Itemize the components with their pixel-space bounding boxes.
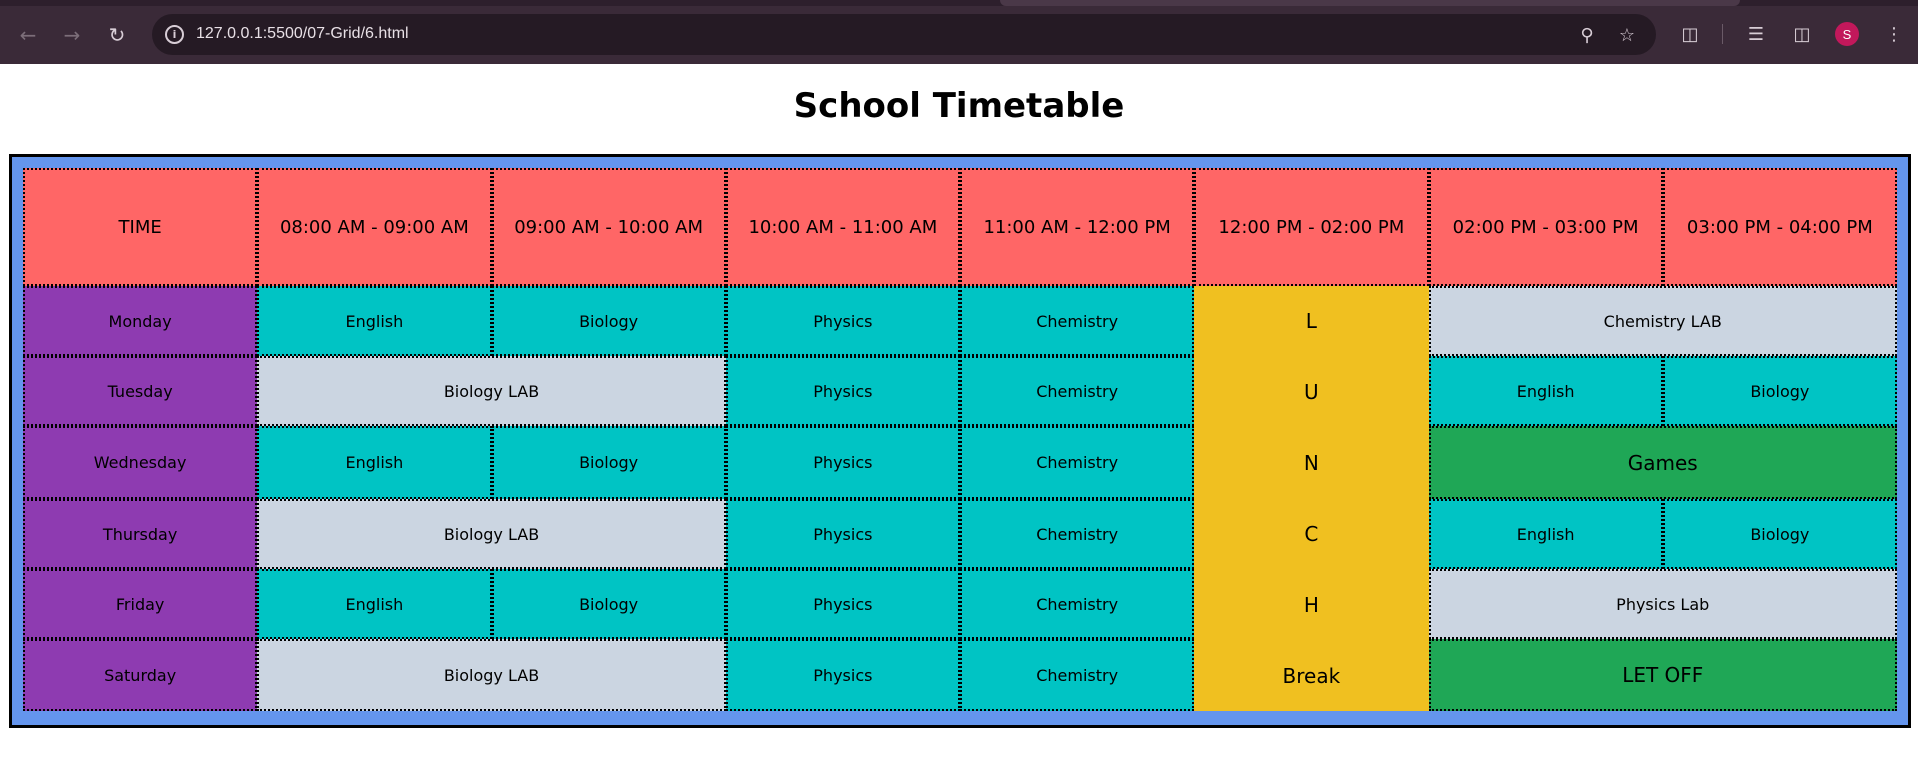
saturday-let-off: LET OFF bbox=[1428, 639, 1897, 711]
wednesday-slot-2: Biology bbox=[491, 426, 726, 499]
page-title: School Timetable bbox=[793, 86, 1125, 126]
tuesday-slot-4: Chemistry bbox=[960, 356, 1195, 426]
thursday-slot-3: Physics bbox=[725, 499, 960, 569]
wednesday-slot-4: Chemistry bbox=[960, 426, 1195, 499]
friday-slot-1: English bbox=[257, 569, 492, 639]
header-slot-3: 10:00 AM - 11:00 AM bbox=[725, 168, 960, 286]
lunch-letter-u: U bbox=[1304, 380, 1319, 405]
monday-slot-2: Biology bbox=[491, 286, 726, 356]
saturday-slot-4: Chemistry bbox=[960, 639, 1195, 711]
url-text[interactable]: 127.0.0.1:5500/07-Grid/6.html bbox=[196, 25, 409, 43]
thursday-slot-6: English bbox=[1428, 499, 1663, 569]
lunch-letter-l: L bbox=[1305, 309, 1317, 334]
forward-icon[interactable]: → bbox=[57, 20, 87, 50]
lunch-letter-h: H bbox=[1303, 592, 1319, 617]
menu-kebab-icon[interactable]: ⋮ bbox=[1880, 20, 1908, 48]
lunch-letter-n: N bbox=[1303, 451, 1319, 476]
lunch-break-label: Break bbox=[1282, 663, 1341, 688]
lunch-column: L U N C H Break bbox=[1194, 286, 1429, 711]
day-saturday: Saturday bbox=[23, 639, 258, 711]
day-friday: Friday bbox=[23, 569, 258, 639]
zoom-icon[interactable]: ⚲ bbox=[1575, 23, 1599, 47]
thursday-slot-7: Biology bbox=[1662, 499, 1897, 569]
browser-toolbar: ← → ↻ i 127.0.0.1:5500/07-Grid/6.html ⚲ … bbox=[0, 0, 1918, 64]
header-time: TIME bbox=[23, 168, 258, 286]
monday-slot-3: Physics bbox=[725, 286, 960, 356]
saturday-morning-lab: Biology LAB bbox=[257, 639, 726, 711]
thursday-slot-4: Chemistry bbox=[960, 499, 1195, 569]
media-control-icon[interactable]: ☰ bbox=[1742, 20, 1770, 48]
header-slot-4: 11:00 AM - 12:00 PM bbox=[960, 168, 1195, 286]
profile-avatar[interactable]: S bbox=[1835, 22, 1859, 46]
thursday-morning-lab: Biology LAB bbox=[257, 499, 726, 569]
monday-slot-1: English bbox=[257, 286, 492, 356]
friday-slot-4: Chemistry bbox=[960, 569, 1195, 639]
lunch-letter-c: C bbox=[1304, 521, 1319, 546]
friday-slot-3: Physics bbox=[725, 569, 960, 639]
tuesday-slot-7: Biology bbox=[1662, 356, 1897, 426]
address-bar[interactable]: i 127.0.0.1:5500/07-Grid/6.html ⚲ ☆ bbox=[152, 14, 1656, 55]
extensions-icon[interactable]: ◫ bbox=[1676, 20, 1704, 48]
header-slot-1: 08:00 AM - 09:00 AM bbox=[257, 168, 492, 286]
wednesday-slot-3: Physics bbox=[725, 426, 960, 499]
back-icon[interactable]: ← bbox=[13, 20, 43, 50]
friday-slot-2: Biology bbox=[491, 569, 726, 639]
tuesday-slot-6: English bbox=[1428, 356, 1663, 426]
toolbar-divider bbox=[1722, 24, 1723, 44]
active-tab-edge[interactable] bbox=[1000, 0, 1740, 6]
side-panel-icon[interactable]: ◫ bbox=[1788, 20, 1816, 48]
day-monday: Monday bbox=[23, 286, 258, 356]
header-slot-6: 02:00 PM - 03:00 PM bbox=[1428, 168, 1663, 286]
reload-icon[interactable]: ↻ bbox=[102, 20, 132, 50]
monday-afternoon: Chemistry LAB bbox=[1428, 286, 1897, 356]
tab-strip bbox=[0, 0, 1918, 6]
wednesday-games: Games bbox=[1428, 426, 1897, 499]
tuesday-slot-3: Physics bbox=[725, 356, 960, 426]
header-slot-2: 09:00 AM - 10:00 AM bbox=[491, 168, 726, 286]
friday-afternoon-lab: Physics Lab bbox=[1428, 569, 1897, 639]
bookmark-star-icon[interactable]: ☆ bbox=[1615, 23, 1639, 47]
tuesday-morning-lab: Biology LAB bbox=[257, 356, 726, 426]
site-info-icon[interactable]: i bbox=[165, 25, 184, 44]
timetable-grid: TIME 08:00 AM - 09:00 AM 09:00 AM - 10:0… bbox=[9, 154, 1911, 728]
day-tuesday: Tuesday bbox=[23, 356, 258, 426]
header-slot-5: 12:00 PM - 02:00 PM bbox=[1194, 168, 1429, 286]
saturday-slot-3: Physics bbox=[725, 639, 960, 711]
wednesday-slot-1: English bbox=[257, 426, 492, 499]
day-wednesday: Wednesday bbox=[23, 426, 258, 499]
monday-slot-4: Chemistry bbox=[960, 286, 1195, 356]
day-thursday: Thursday bbox=[23, 499, 258, 569]
header-slot-7: 03:00 PM - 04:00 PM bbox=[1662, 168, 1897, 286]
